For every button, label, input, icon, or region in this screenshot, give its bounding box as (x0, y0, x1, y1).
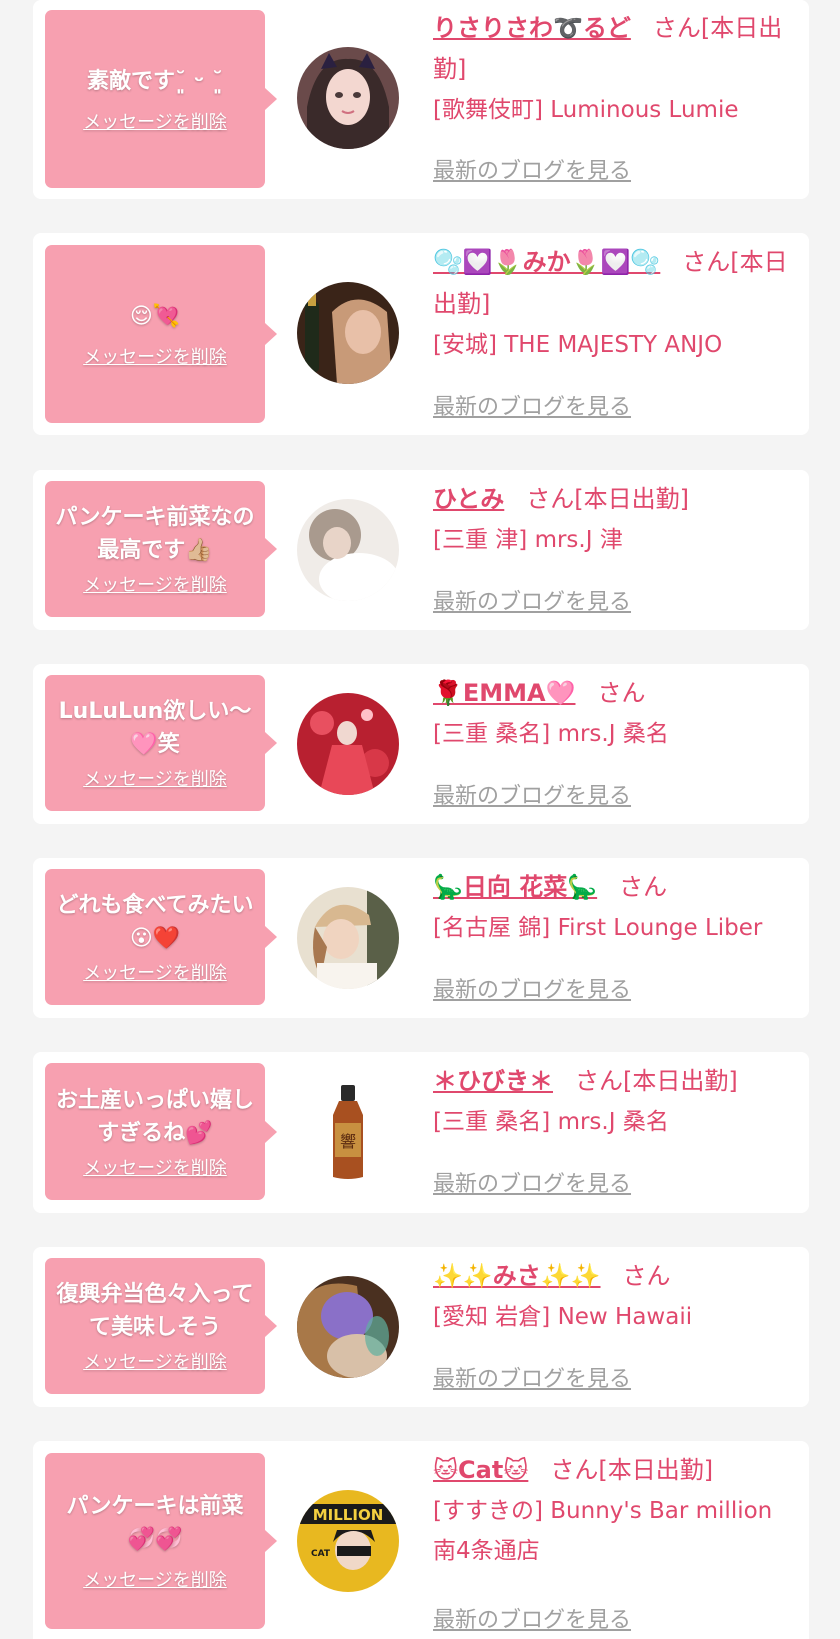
shop-name: [三重 津] mrs.J 津 (433, 527, 623, 553)
delete-message-link[interactable]: メッセージを削除 (83, 1348, 227, 1374)
message-card: パンケーキは前菜💞💞 メッセージを削除 MILLION CAT 🐱Cat🐱 さん[… (33, 1441, 809, 1639)
cast-name-link[interactable]: ひとみ (433, 485, 504, 513)
message-bubble: どれも食べてみたい😮❤️ メッセージを削除 (45, 869, 277, 1005)
delete-message-link[interactable]: メッセージを削除 (83, 343, 227, 369)
message-card: 復興弁当色々入ってて美味しそう メッセージを削除 ✨✨みさ✨✨ さん [愛知 岩倉… (33, 1247, 809, 1407)
avatar[interactable] (297, 282, 399, 384)
cast-info: ✨✨みさ✨✨ さん [愛知 岩倉] New Hawaii 最新のブログを見る (433, 1255, 797, 1392)
san-status: さん (597, 679, 646, 707)
cast-name-link[interactable]: ✨✨みさ✨✨ (433, 1262, 601, 1290)
avatar[interactable] (297, 887, 399, 989)
message-bubble: 復興弁当色々入ってて美味しそう メッセージを削除 (45, 1258, 277, 1394)
message-text: 復興弁当色々入ってて美味しそう (56, 1282, 254, 1340)
magazine-cover-avatar-icon: MILLION CAT (297, 1490, 399, 1592)
message-bubble: 😌💘 メッセージを削除 (45, 245, 277, 423)
message-text: LuLuLun欲しい〜🩷笑 (58, 699, 252, 757)
delete-message-link[interactable]: メッセージを削除 (83, 571, 227, 597)
shop-name: [三重 桑名] mrs.J 桑名 (433, 721, 669, 747)
message-text: 素敵です˘͈ ᵕ ˘͈ (86, 68, 224, 94)
svg-text:響: 響 (340, 1132, 356, 1151)
girl-with-cat-ears-avatar-icon (297, 47, 399, 149)
girl-with-cap-avatar-icon (297, 887, 399, 989)
san-status: さん[本日出勤] (575, 1067, 738, 1095)
message-card: パンケーキ前菜なの最高です👍🏼 メッセージを削除 ひとみ さん[本日出勤] [三重… (33, 470, 809, 630)
message-text: パンケーキは前菜💞💞 (66, 1494, 244, 1552)
svg-text:CAT: CAT (311, 1549, 331, 1559)
latest-blog-link[interactable]: 最新のブログを見る (433, 972, 631, 1004)
latest-blog-link[interactable]: 最新のブログを見る (433, 389, 631, 421)
cast-name-link[interactable]: 🫧💟🌷みか🌷💟🫧 (433, 248, 660, 276)
whisky-bottle-icon: 響 (297, 1081, 399, 1183)
cast-info: ひとみ さん[本日出勤] [三重 津] mrs.J 津 最新のブログを見る (433, 478, 797, 615)
cast-info: ＊ひびき＊ さん[本日出勤] [三重 桑名] mrs.J 桑名 最新のブログを見る (433, 1060, 797, 1197)
delete-message-link[interactable]: メッセージを削除 (83, 1154, 227, 1180)
girl-with-bottle-avatar-icon (297, 282, 399, 384)
shop-name: [歌舞伎町] Luminous Lumie (433, 97, 739, 123)
svg-text:MILLION: MILLION (313, 1506, 384, 1524)
avatar[interactable]: MILLION CAT (297, 1490, 399, 1592)
cast-info: 🫧💟🌷みか🌷💟🫧 さん[本日出勤] [安城] THE MAJESTY ANJO 最… (433, 241, 797, 420)
cast-info: りさりさわ➰るど さん[本日出勤] [歌舞伎町] Luminous Lumie 最… (433, 8, 797, 184)
avatar[interactable] (297, 693, 399, 795)
cast-name-link[interactable]: 🌹EMMA🩷 (433, 679, 576, 707)
message-text: お土産いっぱい嬉しすぎるね💕 (55, 1087, 254, 1146)
shop-name: [安城] THE MAJESTY ANJO (433, 332, 723, 358)
delete-message-link[interactable]: メッセージを削除 (83, 959, 227, 985)
latest-blog-link[interactable]: 最新のブログを見る (433, 778, 631, 810)
san-status: さん (622, 1262, 671, 1290)
shop-name: [すすきの] Bunny's Bar million 南4条通店 (433, 1498, 773, 1564)
message-card: 素敵です˘͈ ᵕ ˘͈ メッセージを削除 りさりさわ➰るど さん[本日出勤] [歌… (33, 0, 809, 199)
message-bubble: パンケーキ前菜なの最高です👍🏼 メッセージを削除 (45, 481, 277, 617)
delete-message-link[interactable]: メッセージを削除 (83, 1566, 227, 1592)
message-card: LuLuLun欲しい〜🩷笑 メッセージを削除 🌹EMMA🩷 さん [三重 桑名] … (33, 664, 809, 824)
message-bubble: お土産いっぱい嬉しすぎるね💕 メッセージを削除 (45, 1063, 277, 1200)
cast-name-link[interactable]: 🐱Cat🐱 (433, 1456, 528, 1484)
latest-blog-link[interactable]: 最新のブログを見る (433, 1602, 631, 1634)
delete-message-link[interactable]: メッセージを削除 (83, 765, 227, 791)
avatar[interactable] (297, 47, 399, 149)
message-bubble: パンケーキは前菜💞💞 メッセージを削除 (45, 1453, 277, 1629)
shop-name: [名古屋 錦] First Lounge Liber (433, 915, 763, 941)
cast-name-link[interactable]: ＊ひびき＊ (433, 1067, 553, 1095)
san-status: さん (619, 873, 668, 901)
san-status: さん[本日出勤] (526, 485, 690, 513)
cast-name-link[interactable]: 🦕日向 花菜🦕 (433, 873, 597, 901)
message-bubble: 素敵です˘͈ ᵕ ˘͈ メッセージを削除 (45, 10, 277, 188)
san-status: さん[本日出勤] (550, 1456, 714, 1484)
avatar[interactable]: 響 (297, 1081, 399, 1183)
cast-name-link[interactable]: りさりさわ➰るど (433, 14, 631, 42)
message-text: 😌💘 (129, 303, 181, 329)
message-text: パンケーキ前菜なの最高です👍🏼 (55, 505, 255, 563)
cast-info: 🦕日向 花菜🦕 さん [名古屋 錦] First Lounge Liber 最新の… (433, 866, 797, 1003)
message-bubble: LuLuLun欲しい〜🩷笑 メッセージを削除 (45, 675, 277, 811)
latest-blog-link[interactable]: 最新のブログを見る (433, 1361, 631, 1393)
avatar[interactable] (297, 499, 399, 601)
latest-blog-link[interactable]: 最新のブログを見る (433, 153, 631, 185)
blurred-girl-avatar-icon (297, 499, 399, 601)
cast-info: 🐱Cat🐱 さん[本日出勤] [すすきの] Bunny's Bar million… (433, 1449, 797, 1633)
girl-hiding-face-avatar-icon (297, 1276, 399, 1378)
shop-name: [三重 桑名] mrs.J 桑名 (433, 1109, 669, 1135)
latest-blog-link[interactable]: 最新のブログを見る (433, 1166, 631, 1198)
message-text: どれも食べてみたい😮❤️ (56, 893, 254, 951)
message-card: どれも食べてみたい😮❤️ メッセージを削除 🦕日向 花菜🦕 さん [名古屋 錦] … (33, 858, 809, 1018)
message-card: 😌💘 メッセージを削除 🫧💟🌷みか🌷💟🫧 さん[本日出勤] [安城] THE MA… (33, 233, 809, 435)
red-dress-avatar-icon (297, 693, 399, 795)
cast-info: 🌹EMMA🩷 さん [三重 桑名] mrs.J 桑名 最新のブログを見る (433, 672, 797, 809)
latest-blog-link[interactable]: 最新のブログを見る (433, 584, 631, 616)
avatar[interactable] (297, 1276, 399, 1378)
delete-message-link[interactable]: メッセージを削除 (83, 108, 227, 134)
message-card: お土産いっぱい嬉しすぎるね💕 メッセージを削除 響 ＊ひびき＊ さん[本日出勤] … (33, 1052, 809, 1213)
shop-name: [愛知 岩倉] New Hawaii (433, 1304, 693, 1330)
